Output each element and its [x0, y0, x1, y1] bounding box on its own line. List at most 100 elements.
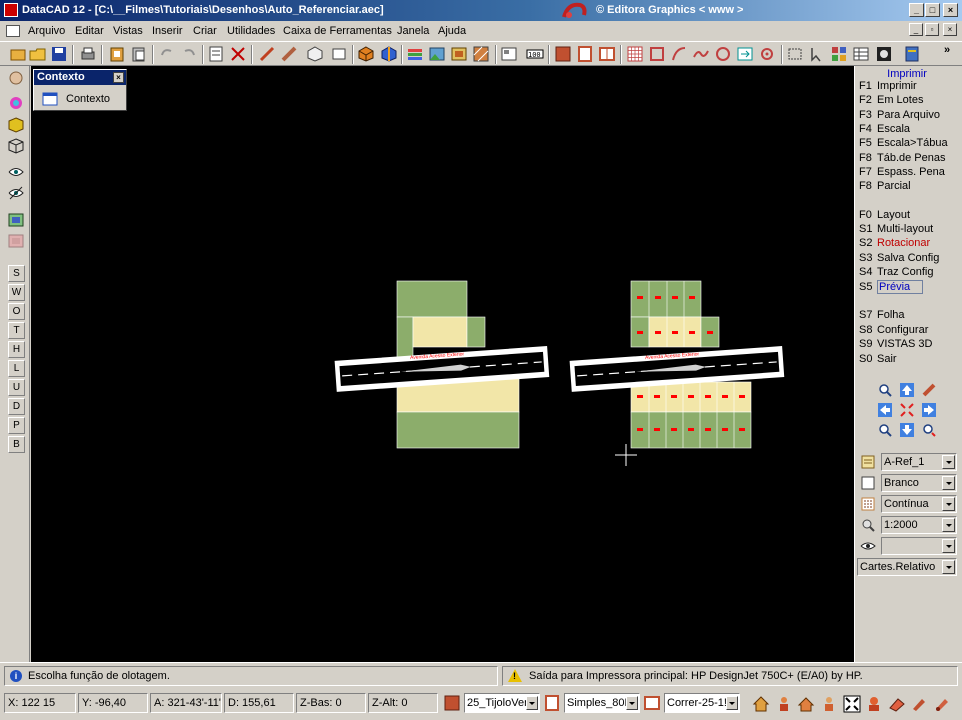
fn-f2-em-lotes[interactable]: F2 Em Lotes — [859, 94, 923, 106]
pan-left-icon[interactable] — [877, 402, 893, 418]
shortcut-w-button[interactable]: W — [8, 284, 25, 301]
zoom-extents-icon[interactable] — [899, 402, 915, 418]
pan-down-icon[interactable] — [899, 422, 915, 438]
shortcut-d-button[interactable]: D — [8, 398, 25, 415]
table-icon[interactable] — [852, 45, 870, 63]
fn-f8-parcial[interactable]: F8 Parcial — [859, 180, 911, 192]
paint-tool-icon[interactable] — [933, 695, 951, 713]
copy-move-icon[interactable] — [736, 45, 754, 63]
layer-select[interactable]: A-Ref_1 — [881, 453, 957, 471]
view-select[interactable] — [881, 537, 957, 555]
menu-criar[interactable]: Criar — [193, 25, 217, 37]
coords-mode-dropdown-arrow-icon[interactable] — [942, 560, 955, 574]
render-person-icon[interactable] — [865, 695, 883, 713]
menu-caixa-de-ferramentas[interactable]: Caixa de Ferramentas — [283, 25, 392, 37]
fn-s8-configurar[interactable]: S8 Configurar — [859, 324, 928, 336]
window-icon[interactable] — [598, 45, 616, 63]
pan-right-icon[interactable] — [921, 402, 937, 418]
fn-s5-previa[interactable]: S5 Prévia — [859, 280, 924, 294]
fn-f0-layout[interactable]: F0 Layout — [859, 209, 910, 221]
person-icon[interactable] — [775, 695, 793, 713]
figure-icon[interactable] — [820, 695, 838, 713]
view-window-icon[interactable] — [7, 212, 25, 228]
layer-combo[interactable]: A-Ref_1 — [857, 453, 957, 471]
menu-janela[interactable]: Janela — [397, 25, 429, 37]
shortcut-s-button[interactable]: S — [8, 265, 25, 282]
fn-f3-para-arquivo[interactable]: F3 Para Arquivo — [859, 109, 940, 121]
redo-icon[interactable] — [180, 45, 198, 63]
scale-dropdown-arrow-icon[interactable] — [942, 518, 955, 532]
grid-icon[interactable] — [626, 45, 644, 63]
minimize-button[interactable]: _ — [909, 3, 924, 17]
rotate-icon[interactable] — [758, 45, 776, 63]
fn-f7-espass-pena[interactable]: F7 Espass. Pena — [859, 166, 945, 178]
coords-mode-select[interactable]: Cartes.Relativo — [857, 558, 957, 576]
picture-frame-icon[interactable] — [450, 45, 468, 63]
print-icon[interactable] — [79, 45, 97, 63]
paste-icon[interactable] — [130, 45, 148, 63]
fn-s1-multi-layout[interactable]: S1 Multi-layout — [859, 223, 933, 235]
eye-layer-icon[interactable] — [7, 164, 25, 180]
fn-f5-escala-tabua[interactable]: F5 Escala>Tábua — [859, 137, 948, 149]
cube-blue-icon[interactable] — [380, 45, 398, 63]
new-drawing-icon[interactable] — [9, 45, 27, 63]
fn-f4-escala[interactable]: F4 Escala — [859, 123, 910, 135]
window-style-select[interactable]: Correr-25-1! — [664, 693, 740, 713]
coords-mode-combo[interactable]: Cartes.Relativo — [857, 558, 957, 576]
layers-icon[interactable] — [406, 45, 424, 63]
linetype-dropdown-arrow-icon[interactable] — [942, 497, 955, 511]
wall-dropdown-arrow-icon[interactable] — [626, 696, 638, 710]
shortcut-o-button[interactable]: O — [8, 303, 25, 320]
tile-window-icon[interactable] — [500, 45, 518, 63]
zoom-window-icon[interactable] — [921, 422, 937, 438]
layer-dropdown-arrow-icon[interactable] — [942, 455, 955, 469]
maximize-button[interactable]: □ — [925, 3, 940, 17]
undo-icon[interactable] — [158, 45, 176, 63]
spline-icon[interactable] — [692, 45, 710, 63]
view-dropdown-arrow-icon[interactable] — [942, 539, 955, 553]
mdi-restore-button[interactable]: ▫ — [925, 23, 939, 36]
hatch-combo[interactable]: 25_TijoloVer — [444, 693, 540, 713]
fn-f6-tab-de-penas[interactable]: F8 Táb.de Penas — [859, 152, 946, 164]
solid-cube-icon[interactable] — [7, 117, 25, 133]
menu-editar[interactable]: Editar — [75, 25, 104, 37]
shortcut-h-button[interactable]: H — [8, 341, 25, 358]
close-button[interactable]: × — [943, 3, 958, 17]
wall-select[interactable]: Simples_80B — [564, 693, 640, 713]
menu-inserir[interactable]: Inserir — [152, 25, 183, 37]
document-icon[interactable] — [6, 25, 20, 37]
erase-x-icon[interactable] — [229, 45, 247, 63]
brush-icon[interactable] — [910, 695, 928, 713]
drawing-left[interactable]: Avenida Acesso Exterior — [334, 280, 550, 449]
circle-icon[interactable] — [714, 45, 732, 63]
menu-vistas[interactable]: Vistas — [113, 25, 143, 37]
pan-up-icon[interactable] — [899, 382, 915, 398]
shortcut-b-button[interactable]: B — [8, 436, 25, 453]
scale-select[interactable]: 1:2000 — [881, 516, 957, 534]
context-panel-close-button[interactable]: × — [113, 72, 124, 83]
color-select[interactable]: Branco — [881, 474, 957, 492]
zoom-fit-icon[interactable] — [843, 695, 861, 713]
scale-combo[interactable]: 1:2000 — [857, 516, 957, 534]
fn-s4-traz-config[interactable]: S4 Traz Config — [859, 266, 933, 278]
toolbar-overflow-chevron-icon[interactable]: » — [944, 44, 950, 56]
shortcut-p-button[interactable]: P — [8, 417, 25, 434]
view-window-disabled-icon[interactable] — [7, 233, 25, 249]
clipboard-cut-icon[interactable] — [108, 45, 126, 63]
fn-f1-imprimir[interactable]: F1 Imprimir — [859, 80, 917, 92]
linetype-select[interactable]: Contínua — [881, 495, 957, 513]
measure-ruler-icon[interactable]: 100 — [526, 45, 544, 63]
save-icon[interactable] — [50, 45, 68, 63]
color-combo[interactable]: Branco — [857, 474, 957, 492]
menu-ajuda[interactable]: Ajuda — [438, 25, 466, 37]
image-icon[interactable] — [428, 45, 446, 63]
datacad-app-icon[interactable] — [4, 3, 18, 17]
home-icon[interactable] — [752, 695, 770, 713]
color-wheel-icon[interactable] — [7, 95, 25, 111]
eye-layer-hidden-icon[interactable] — [7, 185, 25, 201]
pencil-tool-icon[interactable] — [921, 382, 937, 398]
arc-icon[interactable] — [670, 45, 688, 63]
symbols-icon[interactable] — [830, 45, 848, 63]
select-rect-icon[interactable] — [786, 45, 804, 63]
rectangle-icon[interactable] — [330, 45, 348, 63]
